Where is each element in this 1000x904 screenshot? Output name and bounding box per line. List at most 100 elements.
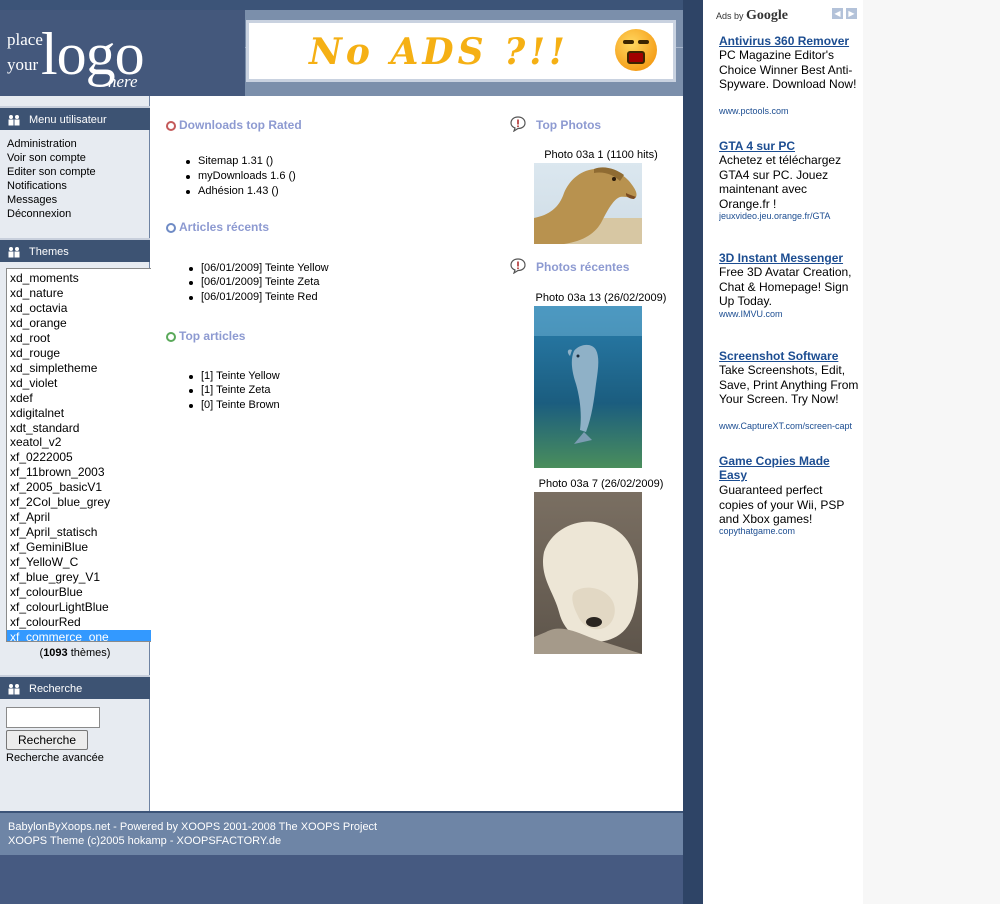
theme-option[interactable]: xdt_standard xyxy=(7,421,152,436)
ad-title[interactable]: Antivirus 360 Remover xyxy=(719,34,859,48)
top-article-item[interactable]: [0] Teinte Brown xyxy=(189,399,280,411)
theme-option[interactable]: xf_April_statisch xyxy=(7,525,152,540)
site-logo[interactable]: place your logo here xyxy=(0,10,245,96)
main-content: Downloads top Rated Sitemap 1.31 () myDo… xyxy=(151,96,683,811)
ad-description: Guaranteed perfect copies of your Wii, P… xyxy=(719,483,845,527)
recent-article-item[interactable]: [06/01/2009] Teinte Red xyxy=(189,291,318,303)
search-block-title: Recherche xyxy=(0,675,150,699)
theme-option[interactable]: xf_colourBlue xyxy=(7,585,152,600)
ads-next-arrow-icon[interactable]: ▶ xyxy=(846,8,857,19)
theme-option[interactable]: xd_orange xyxy=(7,316,152,331)
footer-bottom-band xyxy=(0,855,683,904)
ad-url[interactable]: copythatgame.com xyxy=(719,526,863,536)
recent-article-item[interactable]: [06/01/2009] Teinte Zeta xyxy=(189,276,319,288)
ad-description: Achetez et téléchargez GTA4 sur PC. Joue… xyxy=(719,153,842,211)
theme-option[interactable]: xf_11brown_2003 xyxy=(7,465,152,480)
theme-option[interactable]: xd_nature xyxy=(7,286,152,301)
top-photos-title[interactable]: Top Photos xyxy=(536,118,601,132)
theme-option[interactable]: xd_root xyxy=(7,331,152,346)
polar-bear-photo-image xyxy=(534,521,642,654)
page-divider-strip xyxy=(683,0,703,904)
top-article-item[interactable]: [1] Teinte Zeta xyxy=(189,384,271,396)
users-icon xyxy=(8,684,20,695)
ad-description: PC Magazine Editor's Choice Winner Best … xyxy=(719,48,857,92)
menu-item-notifications[interactable]: Notifications xyxy=(7,180,67,192)
radio-dot-icon xyxy=(166,121,176,131)
themes-title-label: Themes xyxy=(29,246,69,258)
theme-option[interactable]: xd_octavia xyxy=(7,301,152,316)
theme-option[interactable]: xf_colourLightBlue xyxy=(7,600,152,615)
dolphin-photo-image xyxy=(534,306,642,444)
ad-url[interactable]: jeuxvideo.jeu.orange.fr/GTA xyxy=(719,211,863,221)
polar-bear-photo[interactable] xyxy=(534,492,642,654)
ads-prev-arrow-icon[interactable]: ◀ xyxy=(832,8,843,19)
downloads-item[interactable]: Adhésion 1.43 () xyxy=(186,185,279,197)
ad-title[interactable]: 3D Instant Messenger xyxy=(719,251,859,265)
theme-option[interactable]: xf_0222005 xyxy=(7,450,152,465)
theme-option[interactable]: xf_2Col_blue_grey xyxy=(7,495,152,510)
menu-item-view-account[interactable]: Voir son compte xyxy=(7,152,86,164)
ad-description: Take Screenshots, Edit, Save, Print Anyt… xyxy=(719,363,859,407)
banner-ad[interactable]: No ADS ?!! xyxy=(246,20,676,82)
theme-option[interactable]: xf_YelloW_C xyxy=(7,555,152,570)
menu-item-administration[interactable]: Administration xyxy=(7,138,77,150)
ads-by-google-label[interactable]: Ads by Google xyxy=(716,8,788,24)
theme-option[interactable]: xd_moments xyxy=(7,271,152,286)
logo-word-your: your xyxy=(7,55,39,74)
camel-photo[interactable] xyxy=(534,163,642,244)
ads-column: Ads by Google ◀ ▶ Antivirus 360 Remover … xyxy=(703,0,863,904)
ad-title[interactable]: GTA 4 sur PC xyxy=(719,139,859,153)
dolphin-photo[interactable] xyxy=(534,306,642,468)
theme-option[interactable]: xf_April xyxy=(7,510,152,525)
footer-theme-credit: XOOPS Theme (c)2005 hokamp - XOOPSFACTOR… xyxy=(8,835,282,847)
theme-option[interactable]: xdef xyxy=(7,391,152,406)
theme-option[interactable]: xdigitalnet xyxy=(7,406,152,421)
theme-option[interactable]: xd_rouge xyxy=(7,346,152,361)
photo-caption: Photo 03a 1 (1100 hits) xyxy=(544,149,658,161)
downloads-item[interactable]: myDownloads 1.6 () xyxy=(186,170,296,182)
ad-title[interactable]: Screenshot Software xyxy=(719,349,859,363)
theme-option[interactable]: xeatol_v2 xyxy=(7,435,152,450)
menu-item-edit-account[interactable]: Editer son compte xyxy=(7,166,96,178)
ad-url[interactable]: www.CaptureXT.com/screen-capt xyxy=(719,421,863,431)
logo-word-here: here xyxy=(108,72,138,91)
ad-url[interactable]: www.IMVU.com xyxy=(719,309,863,319)
banner-text: No ADS ?!! xyxy=(309,31,569,73)
theme-option[interactable]: xf_2005_basicV1 xyxy=(7,480,152,495)
theme-option[interactable]: xf_commerce_one xyxy=(7,629,152,641)
search-title-label: Recherche xyxy=(29,683,83,695)
ad-description: Free 3D Avatar Creation, Chat & Homepage… xyxy=(719,265,852,309)
search-input[interactable] xyxy=(6,707,100,728)
menu-item-logout[interactable]: Déconnexion xyxy=(7,208,71,220)
theme-option[interactable]: xd_simpletheme xyxy=(7,361,152,376)
theme-option[interactable]: xf_GeminiBlue xyxy=(7,540,152,555)
users-icon xyxy=(8,247,20,258)
themes-count-number: 1093 xyxy=(43,647,68,659)
radio-dot-icon xyxy=(166,223,176,233)
ad-title[interactable]: Game Copies Made Easy xyxy=(719,454,859,482)
search-button[interactable]: Recherche xyxy=(6,730,88,750)
menu-item-messages[interactable]: Messages xyxy=(7,194,57,206)
footer: BabylonByXoops.net - Powered by XOOPS 20… xyxy=(0,811,683,855)
theme-option[interactable]: xf_blue_grey_V1 xyxy=(7,570,152,585)
recent-article-item[interactable]: [06/01/2009] Teinte Yellow xyxy=(189,262,329,274)
themes-listbox[interactable]: xd_moments xd_nature xd_octavia xd_orange xd… xyxy=(6,268,167,642)
advanced-search-link[interactable]: Recherche avancée xyxy=(6,752,104,764)
screaming-smiley-icon xyxy=(615,29,657,71)
header-top-band xyxy=(0,0,683,10)
themes-count: (1093 thèmes) xyxy=(39,647,111,659)
downloads-item[interactable]: Sitemap 1.31 () xyxy=(186,155,273,167)
photo-caption: Photo 03a 7 (26/02/2009) xyxy=(538,478,664,490)
menu-title-label: Menu utilisateur xyxy=(29,114,107,126)
top-articles-title[interactable]: Top articles xyxy=(179,329,245,343)
recent-articles-title[interactable]: Articles récents xyxy=(179,220,269,234)
top-article-item[interactable]: [1] Teinte Yellow xyxy=(189,370,280,382)
recent-photos-title[interactable]: Photos récentes xyxy=(536,260,629,274)
downloads-title[interactable]: Downloads top Rated xyxy=(179,118,302,132)
theme-option[interactable]: xd_violet xyxy=(7,376,152,391)
ad-url[interactable]: www.pctools.com xyxy=(719,106,863,116)
theme-option[interactable]: xf_colourRed xyxy=(7,615,152,630)
footer-powered-by: BabylonByXoops.net - Powered by XOOPS 20… xyxy=(8,821,378,833)
menu-block-title: Menu utilisateur xyxy=(0,106,150,130)
left-sidebar: Menu utilisateur Administration Voir son… xyxy=(0,96,167,811)
